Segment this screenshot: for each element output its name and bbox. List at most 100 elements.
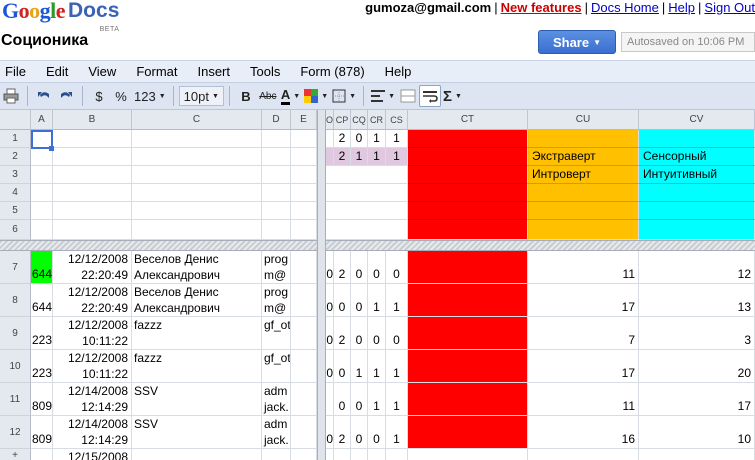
cell-cq-row-10[interactable]: 1 (351, 350, 368, 383)
cell-cp-row-8[interactable]: 0 (334, 284, 351, 317)
fill-handle[interactable] (49, 146, 54, 151)
cell-d-row-9[interactable]: gf_ot (262, 317, 291, 350)
column-header-cr[interactable]: CR (368, 110, 386, 130)
cell-cu-row-10[interactable]: 17 (528, 350, 639, 383)
cell-b-row-add[interactable]: 12/15/2008 (53, 449, 132, 460)
column-header-cs[interactable]: CS (386, 110, 408, 130)
cell-cp-row-9[interactable]: 2 (334, 317, 351, 350)
cell-ct-row-9[interactable] (408, 317, 528, 350)
cell-c-row-9[interactable]: fazzz (132, 317, 262, 350)
document-title[interactable]: Соционика (1, 32, 88, 50)
cell-cs-row-add[interactable] (386, 449, 408, 460)
cell-cs-row-9[interactable]: 0 (386, 317, 408, 350)
cell-b-row-10[interactable]: 12/12/2008 10:11:22 (53, 350, 132, 383)
cell-b-row-12[interactable]: 12/14/2008 12:14:29 (53, 416, 132, 449)
cell-o-row-11[interactable] (326, 383, 334, 416)
merge-cells-button[interactable] (397, 85, 419, 107)
row-header-7[interactable]: 7 (0, 251, 31, 284)
menu-form[interactable]: Form (878) (296, 64, 368, 79)
docs-home-link[interactable]: Docs Home (591, 0, 659, 15)
bold-button[interactable]: B (235, 85, 257, 107)
cell-cp-row-11[interactable]: 0 (334, 383, 351, 416)
row-header-add[interactable]: + (0, 449, 31, 460)
cell-ct-row-12[interactable] (408, 416, 528, 449)
cell-c-row-add[interactable] (132, 449, 262, 460)
cell-cv-row-add[interactable] (639, 449, 755, 460)
cell-d-row-8[interactable]: prog m@ (262, 284, 291, 317)
row-header-6[interactable]: 6 (0, 220, 31, 240)
redo-button[interactable] (55, 85, 77, 107)
cell-cr-row-11[interactable]: 1 (368, 383, 386, 416)
cell-cp-row-add[interactable] (334, 449, 351, 460)
menu-view[interactable]: View (84, 64, 120, 79)
cell-a3[interactable] (31, 166, 53, 184)
cell-o2[interactable] (326, 148, 334, 166)
cell-o-row-8[interactable]: 0 (326, 284, 334, 317)
cell-b-row-11[interactable]: 12/14/2008 12:14:29 (53, 383, 132, 416)
row-header-12[interactable]: 12 (0, 416, 31, 449)
row-header-11[interactable]: 11 (0, 383, 31, 416)
currency-format-button[interactable]: $ (88, 85, 110, 107)
cell-cv-row-7[interactable]: 12 (639, 251, 755, 284)
cell-o-row-10[interactable]: 0 (326, 350, 334, 383)
percent-format-button[interactable]: % (110, 85, 132, 107)
column-header-b[interactable]: B (53, 110, 132, 130)
cell-ct-row-7[interactable] (408, 251, 528, 284)
align-dropdown[interactable]: ▼ (369, 85, 397, 107)
column-header-cu[interactable]: CU (528, 110, 639, 130)
cell-e-row-add[interactable] (291, 449, 317, 460)
strikethrough-button[interactable]: Abc (257, 85, 279, 107)
cell-cu2[interactable]: Экстраверт (528, 148, 639, 166)
cell-d-row-10[interactable]: gf_ot (262, 350, 291, 383)
row-header-3[interactable]: 3 (0, 166, 31, 184)
cell-o-row-12[interactable]: 0 (326, 416, 334, 449)
cell-a6[interactable] (31, 220, 53, 240)
cell-cv3[interactable]: Интуитивный (639, 166, 755, 184)
cell-cq-row-9[interactable]: 0 (351, 317, 368, 350)
cell-ct-row-11[interactable] (408, 383, 528, 416)
column-header-e[interactable]: E (291, 110, 317, 130)
cell-cr-row-8[interactable]: 1 (368, 284, 386, 317)
column-header-d[interactable]: D (262, 110, 291, 130)
cell-e-row-8[interactable] (291, 284, 317, 317)
cell-cq-row-8[interactable]: 0 (351, 284, 368, 317)
cell-cu3[interactable]: Интроверт (528, 166, 639, 184)
cell-cp-row-10[interactable]: 0 (334, 350, 351, 383)
cell-cp-row-7[interactable]: 2 (334, 251, 351, 284)
cell-e-row-9[interactable] (291, 317, 317, 350)
cell-o-row-7[interactable]: 0 (326, 251, 334, 284)
cell-a-row-8[interactable]: 644 (31, 284, 53, 317)
column-header-o[interactable]: O (326, 110, 334, 130)
cell-b-row-7[interactable]: 12/12/2008 22:20:49 (53, 251, 132, 284)
cell-cs2[interactable]: 1 (386, 148, 408, 166)
cell-cr1[interactable]: 1 (368, 130, 386, 148)
cell-cp2[interactable]: 2 (334, 148, 351, 166)
column-header-cq[interactable]: CQ (351, 110, 368, 130)
cell-cq-row-7[interactable]: 0 (351, 251, 368, 284)
cell-e-row-10[interactable] (291, 350, 317, 383)
cell-a-row-10[interactable]: 223 (31, 350, 53, 383)
menu-format[interactable]: Format (132, 64, 181, 79)
share-button[interactable]: Share ▼ (538, 30, 616, 54)
cell-cq1[interactable]: 0 (351, 130, 368, 148)
cell-e-row-12[interactable] (291, 416, 317, 449)
cell-cu-row-9[interactable]: 7 (528, 317, 639, 350)
row-header-9[interactable]: 9 (0, 317, 31, 350)
number-format-dropdown[interactable]: 123 ▼ (132, 85, 168, 107)
cell-a-row-9[interactable]: 223 (31, 317, 53, 350)
print-button[interactable] (0, 85, 22, 107)
menu-edit[interactable]: Edit (42, 64, 72, 79)
cell-cs-row-11[interactable]: 1 (386, 383, 408, 416)
cell-cr-row-9[interactable]: 0 (368, 317, 386, 350)
cell-cu-row-11[interactable]: 11 (528, 383, 639, 416)
cell-cv-row-10[interactable]: 20 (639, 350, 755, 383)
cell-c-row-7[interactable]: Веселов Денис Александрович (132, 251, 262, 284)
cell-a-row-7[interactable]: 644 (31, 251, 53, 284)
row-header-8[interactable]: 8 (0, 284, 31, 317)
cell-e-row-11[interactable] (291, 383, 317, 416)
cell-cs-row-7[interactable]: 0 (386, 251, 408, 284)
row-header-1[interactable]: 1 (0, 130, 31, 148)
cell-cs-row-12[interactable]: 1 (386, 416, 408, 449)
cell-b-row-8[interactable]: 12/12/2008 22:20:49 (53, 284, 132, 317)
cell-d-row-7[interactable]: prog m@ (262, 251, 291, 284)
